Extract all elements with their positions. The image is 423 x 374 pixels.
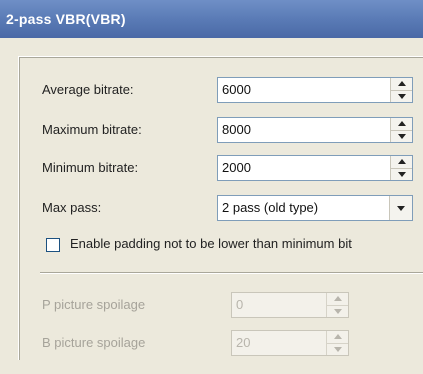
minimum-bitrate-label: Minimum bitrate: xyxy=(42,160,139,175)
max-pass-dropdown[interactable]: 2 pass (old type) xyxy=(217,195,413,221)
average-bitrate-value[interactable]: 6000 xyxy=(218,78,390,102)
max-pass-dropdown-button[interactable] xyxy=(389,196,412,220)
minimum-bitrate-value[interactable]: 2000 xyxy=(218,156,390,180)
b-picture-spoilage-value: 20 xyxy=(236,335,251,350)
p-picture-spoilage-up-button xyxy=(326,293,348,305)
b-picture-spoilage-spinner: 20 xyxy=(231,330,349,356)
average-bitrate-down-button[interactable] xyxy=(390,89,412,102)
average-bitrate-spinner[interactable]: 6000 xyxy=(217,77,413,103)
maximum-bitrate-label: Maximum bitrate: xyxy=(42,122,142,137)
maximum-bitrate-down-button[interactable] xyxy=(390,129,412,142)
average-bitrate-spin-buttons xyxy=(390,78,412,102)
p-picture-spoilage-spin-buttons xyxy=(326,293,348,317)
arrow-down-icon xyxy=(397,133,406,139)
arrow-up-icon xyxy=(397,81,406,87)
minimum-bitrate-spin-buttons xyxy=(390,156,412,180)
arrow-down-icon xyxy=(397,171,406,177)
b-picture-spoilage-down-button xyxy=(326,342,348,355)
enable-padding-label[interactable]: Enable padding not to be lower than mini… xyxy=(70,236,352,251)
arrow-up-icon xyxy=(333,296,342,302)
average-bitrate-up-button[interactable] xyxy=(390,78,412,90)
section-divider xyxy=(40,272,423,274)
chevron-down-icon xyxy=(397,205,405,211)
arrow-down-icon xyxy=(333,308,342,314)
minimum-bitrate-down-button[interactable] xyxy=(390,167,412,180)
p-picture-spoilage-spinner: 0 xyxy=(231,292,349,318)
max-pass-value[interactable]: 2 pass (old type) xyxy=(218,196,389,220)
dialog-window: 2-pass VBR(VBR) Average bitrate: 6000 Ma… xyxy=(0,0,423,374)
arrow-down-icon xyxy=(397,93,406,99)
b-picture-spoilage-label: B picture spoilage xyxy=(42,335,146,350)
average-bitrate-label: Average bitrate: xyxy=(42,82,134,97)
arrow-down-icon xyxy=(333,346,342,352)
arrow-up-icon xyxy=(397,121,406,127)
enable-padding-checkbox[interactable] xyxy=(46,238,60,252)
max-pass-label: Max pass: xyxy=(42,200,102,215)
arrow-up-icon xyxy=(333,334,342,340)
maximum-bitrate-value[interactable]: 8000 xyxy=(218,118,390,142)
window-title: 2-pass VBR(VBR) xyxy=(0,0,423,38)
b-picture-spoilage-up-button xyxy=(326,331,348,343)
b-picture-spoilage-spin-buttons xyxy=(326,331,348,355)
p-picture-spoilage-value: 0 xyxy=(236,297,244,312)
minimum-bitrate-spinner[interactable]: 2000 xyxy=(217,155,413,181)
p-picture-spoilage-down-button xyxy=(326,304,348,317)
maximum-bitrate-up-button[interactable] xyxy=(390,118,412,130)
arrow-up-icon xyxy=(397,159,406,165)
minimum-bitrate-up-button[interactable] xyxy=(390,156,412,168)
maximum-bitrate-spin-buttons xyxy=(390,118,412,142)
maximum-bitrate-spinner[interactable]: 8000 xyxy=(217,117,413,143)
p-picture-spoilage-label: P picture spoilage xyxy=(42,297,146,312)
